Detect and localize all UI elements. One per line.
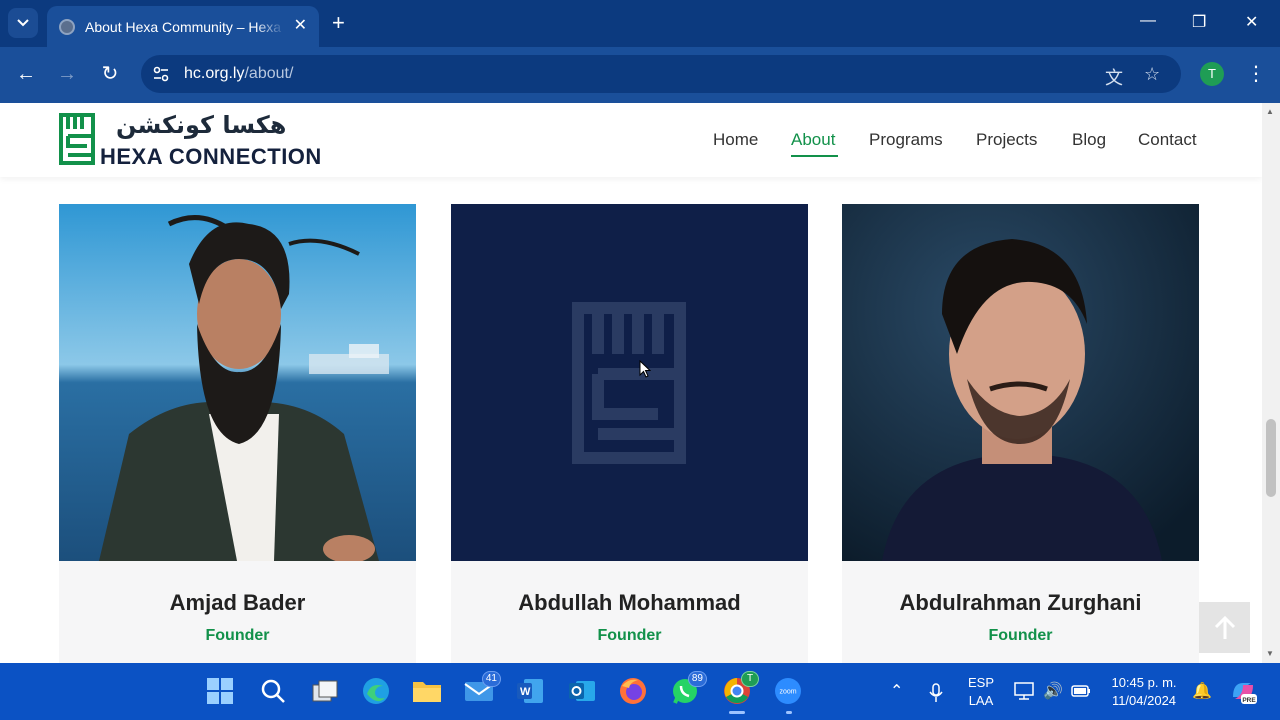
network-icon[interactable]	[1014, 682, 1034, 700]
hexa-logo-watermark-icon	[572, 302, 686, 464]
restore-icon[interactable]: ❐	[1192, 12, 1206, 32]
translate-icon[interactable]: 文	[1105, 64, 1123, 90]
active-app-indicator	[729, 711, 745, 714]
member-role: Founder	[988, 627, 1053, 644]
more-options-icon[interactable]: ⋮	[1246, 61, 1266, 86]
nav-about[interactable]: About	[791, 130, 835, 150]
notification-bell-icon[interactable]: 🔔	[1192, 681, 1212, 701]
member-name: Abdullah Mohammad	[518, 590, 741, 615]
language-code: ESP	[967, 675, 994, 690]
word-icon[interactable]: W	[514, 675, 546, 707]
keyboard-layout-code: LAA	[968, 693, 994, 708]
scroll-up-icon[interactable]: ▲	[1266, 107, 1274, 116]
show-hidden-icons-icon[interactable]: ⌃	[890, 681, 903, 701]
windows-taskbar: 41 W 89 T zoom ⌃ ESP LAA 🔊 10:45 p. m. 1…	[0, 663, 1280, 720]
page-scrollbar[interactable]: ▲ ▼	[1262, 103, 1280, 663]
clock[interactable]: 10:45 p. m. 11/04/2024	[1104, 675, 1184, 708]
nav-projects[interactable]: Projects	[976, 130, 1037, 150]
chrome-profile-badge: T	[741, 671, 759, 687]
whatsapp-unread-badge: 89	[687, 671, 707, 687]
forward-arrow-icon[interactable]: →	[54, 62, 80, 86]
input-language-indicator[interactable]: ESP LAA	[964, 675, 998, 708]
globe-icon	[59, 18, 75, 35]
browser-tab-strip: About Hexa Community – Hexa Connection ✕…	[0, 0, 1280, 47]
member-name: Amjad Bader	[169, 590, 306, 615]
team-card-abdullah-mohammad[interactable]: Abdullah Mohammad Founder	[451, 204, 808, 663]
close-tab-icon[interactable]: ✕	[294, 17, 307, 35]
team-card-abdulrahman-zurghani[interactable]: Abdulrahman Zurghani Founder	[842, 204, 1199, 663]
profile-avatar[interactable]: T	[1200, 62, 1224, 86]
member-role: Founder	[205, 627, 270, 644]
address-bar[interactable]: hc.org.ly/about/ 文 ☆	[141, 55, 1181, 93]
site-settings-icon[interactable]	[151, 64, 171, 84]
window-close-icon[interactable]: ✕	[1245, 12, 1258, 32]
active-nav-underline	[791, 155, 838, 157]
clock-date: 11/04/2024	[1111, 693, 1177, 708]
nav-blog[interactable]: Blog	[1072, 130, 1106, 150]
back-arrow-icon[interactable]: ←	[13, 62, 39, 86]
nav-home[interactable]: Home	[713, 130, 758, 150]
copilot-preview-label: PRE	[1242, 697, 1256, 704]
zoom-label: zoom	[779, 689, 796, 696]
url-text[interactable]: hc.org.ly/about/	[184, 65, 293, 83]
member-role: Founder	[597, 627, 662, 644]
browser-toolbar: ← → ↻ hc.org.ly/about/ 文 ☆ T ⋮	[0, 47, 1280, 103]
nav-programs[interactable]: Programs	[869, 130, 943, 150]
windows-start-icon[interactable]	[204, 675, 236, 707]
running-app-indicator	[786, 711, 792, 714]
task-view-icon[interactable]	[309, 675, 341, 707]
zoom-app-icon[interactable]: zoom	[772, 675, 804, 707]
team-card-amjad-bader[interactable]: Amjad Bader Founder	[59, 204, 416, 663]
file-explorer-icon[interactable]	[411, 675, 443, 707]
minimize-icon[interactable]: —	[1140, 12, 1156, 30]
whatsapp-icon[interactable]: 89	[669, 671, 707, 707]
mouse-cursor-icon	[639, 360, 651, 378]
mail-unread-badge: 41	[481, 671, 501, 687]
chevron-down-icon	[17, 19, 29, 27]
member-photo	[842, 204, 1199, 561]
outlook-icon[interactable]	[566, 675, 598, 707]
web-page: Amjad Bader Founder Abdullah Mohammad Fo…	[0, 103, 1280, 663]
search-icon[interactable]	[257, 675, 289, 707]
mail-icon[interactable]: 41	[463, 671, 501, 707]
member-photo	[59, 204, 416, 561]
battery-icon[interactable]	[1071, 684, 1091, 698]
reload-icon[interactable]: ↻	[97, 62, 123, 86]
svg-text:W: W	[520, 686, 531, 698]
logo-arabic-text[interactable]: هكسا كونكشن	[116, 111, 286, 139]
site-header: هكسا كونكشن HEXA CONNECTION Home About P…	[0, 103, 1262, 177]
new-tab-button[interactable]: +	[332, 12, 345, 34]
member-name: Abdulrahman Zurghani	[899, 590, 1142, 615]
bookmark-star-icon[interactable]: ☆	[1144, 64, 1160, 85]
hexa-logo-icon[interactable]	[59, 113, 95, 165]
scroll-down-icon[interactable]: ▼	[1266, 649, 1274, 658]
tab-search-button[interactable]	[8, 8, 38, 38]
copilot-icon[interactable]: PRE	[1227, 675, 1259, 707]
microphone-icon[interactable]	[929, 683, 943, 703]
scroll-thumb[interactable]	[1266, 419, 1276, 497]
arrow-up-icon	[1214, 615, 1235, 639]
volume-icon[interactable]: 🔊	[1043, 681, 1063, 701]
logo-latin-text[interactable]: HEXA CONNECTION	[100, 144, 322, 170]
firefox-icon[interactable]	[617, 675, 649, 707]
nav-contact[interactable]: Contact	[1138, 130, 1197, 150]
tab-title: About Hexa Community – Hexa Connection	[85, 18, 285, 35]
clock-time: 10:45 p. m.	[1111, 675, 1177, 690]
back-to-top-button[interactable]	[1199, 602, 1250, 653]
member-photo-placeholder	[451, 204, 808, 561]
active-tab[interactable]: About Hexa Community – Hexa Connection ✕	[47, 6, 319, 47]
edge-browser-icon[interactable]	[360, 675, 392, 707]
chrome-icon[interactable]: T	[721, 671, 759, 707]
